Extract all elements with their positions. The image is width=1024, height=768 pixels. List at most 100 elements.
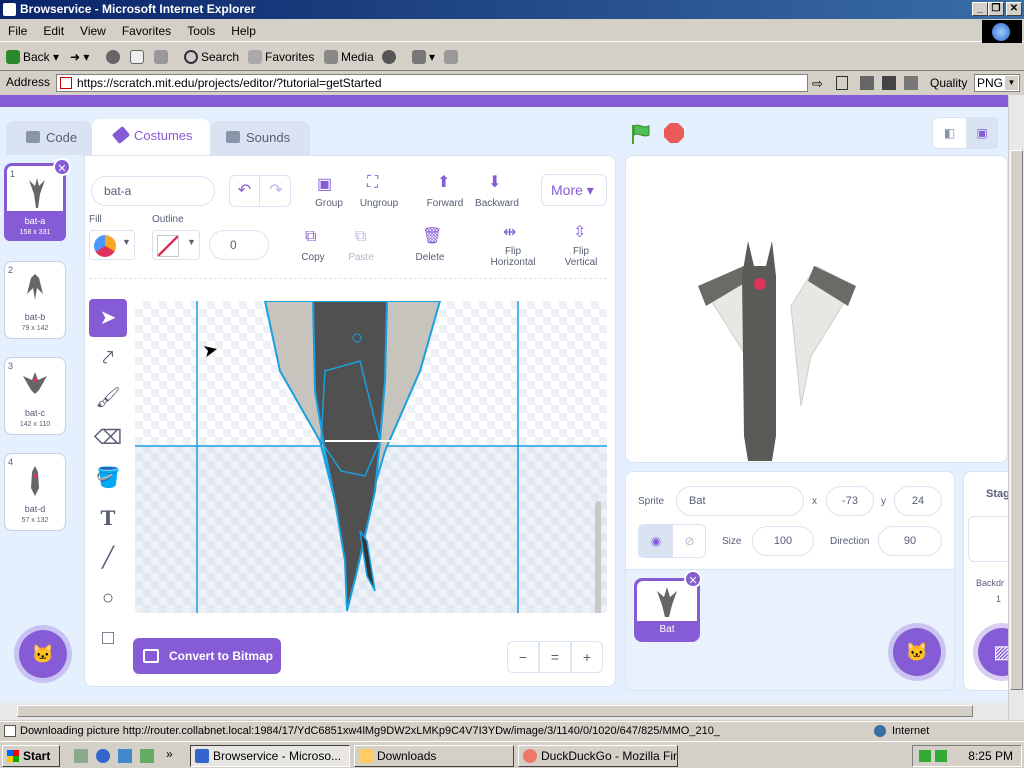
x-input[interactable]: -73 — [826, 486, 874, 516]
costume-name-input[interactable]: bat-a — [91, 176, 215, 206]
no-outline-swatch-icon — [157, 235, 179, 257]
backward-button[interactable]: Backward — [471, 198, 523, 209]
paint-editor: bat-a ↶ ↷ ▣ Group ⛶ Ungroup ⬆ Forward ⬇ … — [84, 155, 616, 687]
outline-width-input[interactable]: 0 — [209, 230, 269, 260]
sprite-name-input[interactable]: Bat — [676, 486, 804, 516]
fill-tool[interactable]: 🪣 — [89, 459, 127, 497]
delete-sprite-icon[interactable]: ✕ — [684, 570, 702, 588]
menu-tools[interactable]: Tools — [179, 20, 223, 42]
binoculars-icon[interactable] — [882, 76, 896, 90]
address-input[interactable]: https://scratch.mit.edu/projects/editor/… — [56, 74, 808, 92]
choose-costume-button[interactable]: 🐱 — [19, 630, 67, 678]
go-arrow-icon[interactable]: ⇨ — [812, 76, 823, 92]
quicklaunch-chevron[interactable]: » — [166, 747, 173, 761]
menu-file[interactable]: File — [0, 20, 35, 42]
zoom-out-button[interactable]: − — [507, 641, 539, 673]
task-browservice[interactable]: Browservice - Microso... — [190, 745, 350, 767]
more-button[interactable]: More ▾ — [541, 174, 607, 206]
delete-costume-icon[interactable]: ✕ — [53, 158, 71, 176]
tab-costumes[interactable]: Costumes — [92, 119, 210, 155]
search-button[interactable]: Search — [184, 47, 239, 67]
print-button[interactable] — [444, 47, 461, 67]
backdrops-count: 1 — [996, 594, 1002, 604]
costume-thumbnail — [29, 178, 45, 208]
choose-sprite-button[interactable]: 🐱 — [893, 628, 941, 676]
back-button[interactable]: Back ▾ — [6, 47, 59, 67]
home-button[interactable] — [154, 47, 171, 67]
tab-sounds[interactable]: Sounds — [210, 121, 310, 155]
toolbar-icon-2[interactable] — [904, 76, 918, 90]
undo-icon[interactable]: ↶ — [230, 176, 260, 206]
eraser-tool[interactable]: ⌫ — [89, 419, 127, 457]
rectangle-tool[interactable]: □ — [89, 619, 127, 657]
costume-tile-4[interactable]: 4 bat-d 57 x 132 — [4, 453, 66, 531]
flip-vertical-button[interactable]: Flip Vertical — [557, 246, 605, 268]
flip-horizontal-button[interactable]: Flip Horizontal — [483, 246, 543, 268]
sprite-tile-bat[interactable]: Bat ✕ — [634, 570, 702, 642]
hide-eye-icon[interactable]: ⊘ — [673, 525, 706, 557]
text-tool[interactable]: T — [89, 499, 127, 537]
minimize-button[interactable]: _ — [972, 2, 988, 16]
task-downloads[interactable]: Downloads — [354, 745, 514, 767]
small-stage-icon[interactable]: ◧ — [933, 118, 966, 148]
maximize-button[interactable]: ❐ — [988, 2, 1004, 16]
size-input[interactable]: 100 — [752, 526, 814, 556]
normal-stage-icon[interactable]: ▣ — [966, 118, 998, 148]
delete-button[interactable]: Delete — [409, 252, 451, 263]
fill-color-picker[interactable]: ▼ — [89, 230, 135, 260]
paste-button[interactable]: Paste — [341, 252, 381, 263]
task-firefox[interactable]: DuckDuckGo - Mozilla Fire... — [518, 745, 678, 767]
forward-button[interactable]: ➜ ▾ — [70, 47, 89, 67]
green-flag-icon[interactable] — [630, 123, 650, 144]
select-tool[interactable]: ➤ — [89, 299, 127, 337]
forward-button[interactable]: Forward — [423, 198, 467, 209]
menu-help[interactable]: Help — [223, 20, 264, 42]
zoom-in-button[interactable]: + — [571, 641, 603, 673]
y-input[interactable]: 24 — [894, 486, 942, 516]
menu-favorites[interactable]: Favorites — [114, 20, 179, 42]
stage-selector-panel[interactable]: Stag Backdr 1 ▨ — [963, 471, 1008, 691]
refresh-button[interactable] — [130, 47, 147, 67]
stop-sign-icon[interactable] — [664, 123, 684, 143]
costume-tile-2[interactable]: 2 bat-b 79 x 142 — [4, 261, 66, 339]
costume-tile-3[interactable]: 3 bat-c 142 x 110 — [4, 357, 66, 435]
reshape-tool[interactable]: ⤤ — [89, 339, 127, 377]
history-button[interactable] — [382, 47, 399, 67]
ie-quicklaunch-icon[interactable] — [96, 749, 110, 763]
toolbar-icon-1[interactable] — [860, 76, 874, 90]
line-tool[interactable]: ╱ — [89, 539, 127, 577]
convert-to-bitmap-button[interactable]: Convert to Bitmap — [133, 638, 281, 674]
ungroup-button[interactable]: Ungroup — [355, 198, 403, 209]
mail-button[interactable]: ▾ — [412, 47, 435, 67]
circle-tool[interactable]: ○ — [89, 579, 127, 617]
media-button[interactable]: Media — [324, 47, 374, 67]
network-icon-2[interactable] — [935, 750, 947, 762]
quicklaunch-icon[interactable] — [140, 749, 154, 763]
outline-color-picker[interactable]: ▼ — [152, 230, 200, 260]
direction-input[interactable]: 90 — [878, 526, 942, 556]
network-icon[interactable] — [919, 750, 931, 762]
group-button[interactable]: Group — [307, 198, 351, 209]
tab-code[interactable]: Code — [6, 121, 92, 155]
choose-backdrop-button[interactable]: ▨ — [978, 628, 1008, 676]
favorites-button[interactable]: Favorites — [248, 47, 314, 67]
show-eye-icon[interactable]: ◉ — [639, 525, 673, 557]
quality-select[interactable]: PNG ▼ — [974, 74, 1020, 92]
zoom-reset-button[interactable]: = — [539, 641, 571, 673]
stop-button[interactable] — [106, 47, 123, 67]
show-desktop-icon[interactable] — [74, 749, 88, 763]
bookmark-icon[interactable] — [836, 76, 848, 90]
vertical-scrollbar[interactable] — [1008, 95, 1024, 720]
horizontal-scrollbar[interactable] — [0, 703, 1008, 720]
close-button[interactable]: ✕ — [1006, 2, 1022, 16]
start-button[interactable]: Start — [2, 745, 60, 767]
outlook-quicklaunch-icon[interactable] — [118, 749, 132, 763]
copy-button[interactable]: Copy — [293, 252, 333, 263]
redo-icon[interactable]: ↷ — [261, 176, 291, 206]
clock: 8:25 PM — [968, 749, 1013, 763]
brush-tool[interactable]: 🖌 — [89, 379, 127, 417]
menu-edit[interactable]: Edit — [35, 20, 72, 42]
stage-canvas[interactable] — [625, 155, 1008, 463]
menu-view[interactable]: View — [72, 20, 114, 42]
costume-tile-1[interactable]: 1 bat-a 158 x 331 ✕ — [4, 158, 71, 241]
